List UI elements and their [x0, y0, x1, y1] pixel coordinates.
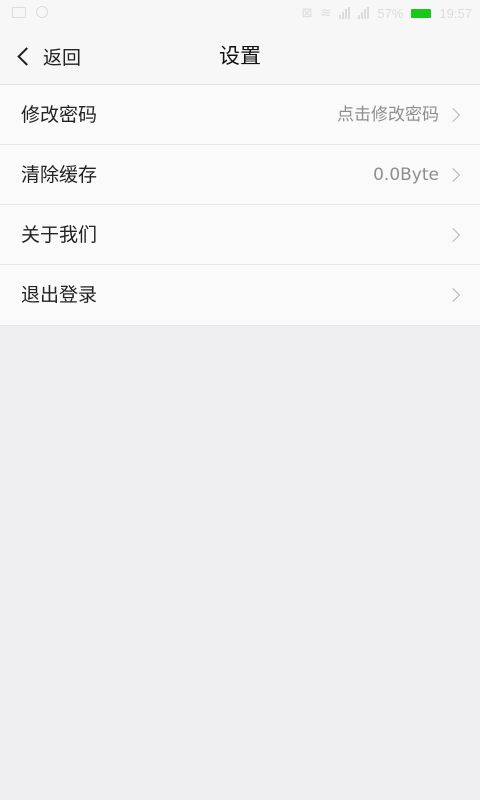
- settings-item-label: 清除缓存: [21, 164, 98, 186]
- navigation-bar: 返回 设置: [0, 28, 480, 85]
- settings-item-label: 退出登录: [21, 284, 98, 306]
- chevron-right-icon: [445, 167, 461, 183]
- chevron-right-icon: [445, 227, 461, 243]
- settings-item-value: 0.0Byte: [373, 165, 439, 185]
- vibrate-icon: ⊠: [301, 5, 313, 20]
- signal-2-icon: [358, 7, 370, 19]
- status-left: [12, 6, 48, 18]
- settings-list: 修改密码 点击修改密码 清除缓存 0.0Byte 关于我们 退出登录: [0, 85, 480, 326]
- settings-item-change-password[interactable]: 修改密码 点击修改密码: [0, 85, 480, 145]
- wifi-icon: ≋: [320, 5, 332, 20]
- chevron-right-icon: [445, 287, 461, 303]
- image-notification-icon: [12, 6, 26, 18]
- battery-percent: 57%: [377, 5, 404, 21]
- usb-icon: [36, 6, 48, 18]
- chevron-right-icon: [445, 107, 461, 123]
- signal-1-icon: [339, 7, 351, 19]
- status-right: ⊠ ≋ 57% 19:57: [302, 5, 472, 21]
- status-time: 19:57: [439, 5, 472, 21]
- settings-item-clear-cache[interactable]: 清除缓存 0.0Byte: [0, 145, 480, 205]
- page-title: 设置: [219, 44, 261, 68]
- settings-item-label: 修改密码: [21, 104, 98, 126]
- battery-icon: [411, 8, 432, 18]
- settings-item-label: 关于我们: [21, 224, 98, 246]
- status-bar: ⊠ ≋ 57% 19:57: [0, 0, 480, 28]
- settings-item-about-us[interactable]: 关于我们: [0, 205, 480, 265]
- settings-item-value: 点击修改密码: [337, 105, 439, 125]
- settings-item-logout[interactable]: 退出登录: [0, 265, 480, 325]
